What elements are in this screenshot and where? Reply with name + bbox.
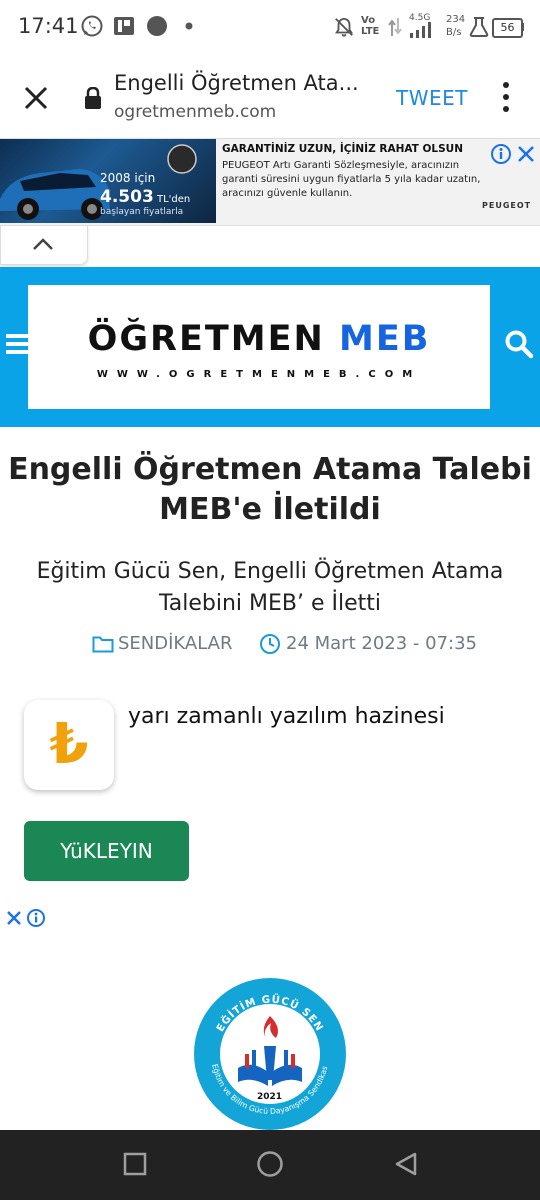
circle-app-icon <box>147 16 167 36</box>
recent-apps-button[interactable] <box>123 1152 147 1176</box>
page-domain: ogretmenmeb.com <box>114 102 277 122</box>
page-title: Engelli Öğretmen Ata... <box>114 71 359 95</box>
status-bar: 17:41 Vo LTE 4.5G 234 B/s 56 <box>0 0 540 56</box>
union-logo-year: 2021 <box>257 1092 283 1102</box>
whatsapp-icon <box>81 15 103 37</box>
ad-price-prefix: 2008 için <box>100 171 156 185</box>
article-meta: SENDİKALAR 24 Mart 2023 - 07:35 <box>0 630 540 660</box>
chevron-up-icon <box>33 238 53 250</box>
union-logo-badge: EGS <box>262 1037 276 1044</box>
union-logo-arc-text: EĞİTİM GÜCÜ SEN Eğitim ve Bilim Gücü Day… <box>189 969 350 1136</box>
logo-url: WWW.OGRETMENMEB.COM <box>96 369 422 380</box>
lock-icon <box>85 87 101 109</box>
article-title: Engelli Öğretmen Atama Talebi MEB'e İlet… <box>8 452 532 527</box>
ad-price-value: 4.503 TL'den <box>100 187 191 207</box>
more-options-icon[interactable] <box>496 80 516 114</box>
ad-price-note: başlayan fiyatlarla <box>100 207 184 217</box>
clock-icon <box>260 634 280 654</box>
ad-close-icon[interactable] <box>516 143 536 165</box>
article-subtitle: Eğitim Gücü Sen, Engelli Öğretmen Atama … <box>36 559 504 616</box>
vibrate-icon <box>469 17 489 37</box>
site-logo[interactable]: ÖĞRETMEN MEB WWW.OGRETMENMEB.COM <box>28 285 490 409</box>
ad-body: PEUGEOT Artı Garanti Sözleşmesiyle, arac… <box>222 160 481 199</box>
speed-value: 234 <box>446 14 466 25</box>
lira-icon: ₺ <box>49 712 89 777</box>
menu-icon[interactable] <box>6 333 30 355</box>
folder-icon <box>92 636 114 653</box>
adchoices-close-icon[interactable] <box>4 908 24 928</box>
ad-brand: PEUGEOT <box>482 201 532 210</box>
dot-icon <box>185 22 193 30</box>
volte-indicator: Vo LTE <box>361 15 380 37</box>
data-arrows-icon <box>388 18 402 36</box>
article-category[interactable]: SENDİKALAR <box>118 633 233 654</box>
mute-icon <box>334 17 354 37</box>
ad-car-image: 2008 için 4.503 TL'den başlayan fiyatlar… <box>0 139 216 223</box>
svg-text:EĞİTİM GÜCÜ SEN: EĞİTİM GÜCÜ SEN <box>214 992 325 1034</box>
app-ad-title[interactable]: yarı zamanlı yazılım hazinesi <box>128 704 445 729</box>
parking-app-icon <box>114 17 134 35</box>
install-button[interactable]: YüKLEYIN <box>24 821 189 881</box>
tweet-button[interactable]: TWEET <box>396 86 468 110</box>
close-icon[interactable] <box>18 80 54 116</box>
battery-level: 56 <box>500 21 515 34</box>
collapse-ad-tab[interactable] <box>0 226 88 265</box>
logo-word-ogretmen: ÖĞRETMEN <box>87 319 325 359</box>
site-header: ÖĞRETMEN MEB WWW.OGRETMENMEB.COM <box>0 267 540 427</box>
adchoices-info-icon[interactable] <box>26 908 46 928</box>
battery-tip <box>521 23 524 31</box>
union-logo-arc-label: EĞİTİM GÜCÜ SEN <box>214 992 324 1034</box>
search-icon[interactable] <box>504 329 534 359</box>
speed-unit: B/s <box>446 27 462 38</box>
logo-text: ÖĞRETMEN MEB <box>28 319 490 359</box>
app-ad-icon[interactable]: ₺ <box>24 700 114 790</box>
union-logo: EĞİTİM GÜCÜ SEN Eğitim ve Bilim Gücü Day… <box>189 969 348 1132</box>
custom-tab-toolbar: Engelli Öğretmen Ata... ogretmenmeb.com … <box>0 56 540 138</box>
home-button[interactable] <box>256 1150 284 1178</box>
status-time: 17:41 <box>18 14 79 38</box>
back-button[interactable] <box>393 1151 419 1177</box>
logo-word-meb: MEB <box>339 319 431 359</box>
ad-info-icon[interactable] <box>490 143 512 165</box>
signal-icon <box>410 22 431 38</box>
ad-banner[interactable]: 2008 için 4.503 TL'den başlayan fiyatlar… <box>0 138 540 226</box>
navigation-bar <box>0 1130 540 1200</box>
battery-icon: 56 <box>492 18 523 38</box>
article-date: 24 Mart 2023 - 07:35 <box>286 633 477 654</box>
ad-headline: GARANTİNİZ UZUN, İÇİNİZ RAHAT OLSUN <box>222 143 463 155</box>
